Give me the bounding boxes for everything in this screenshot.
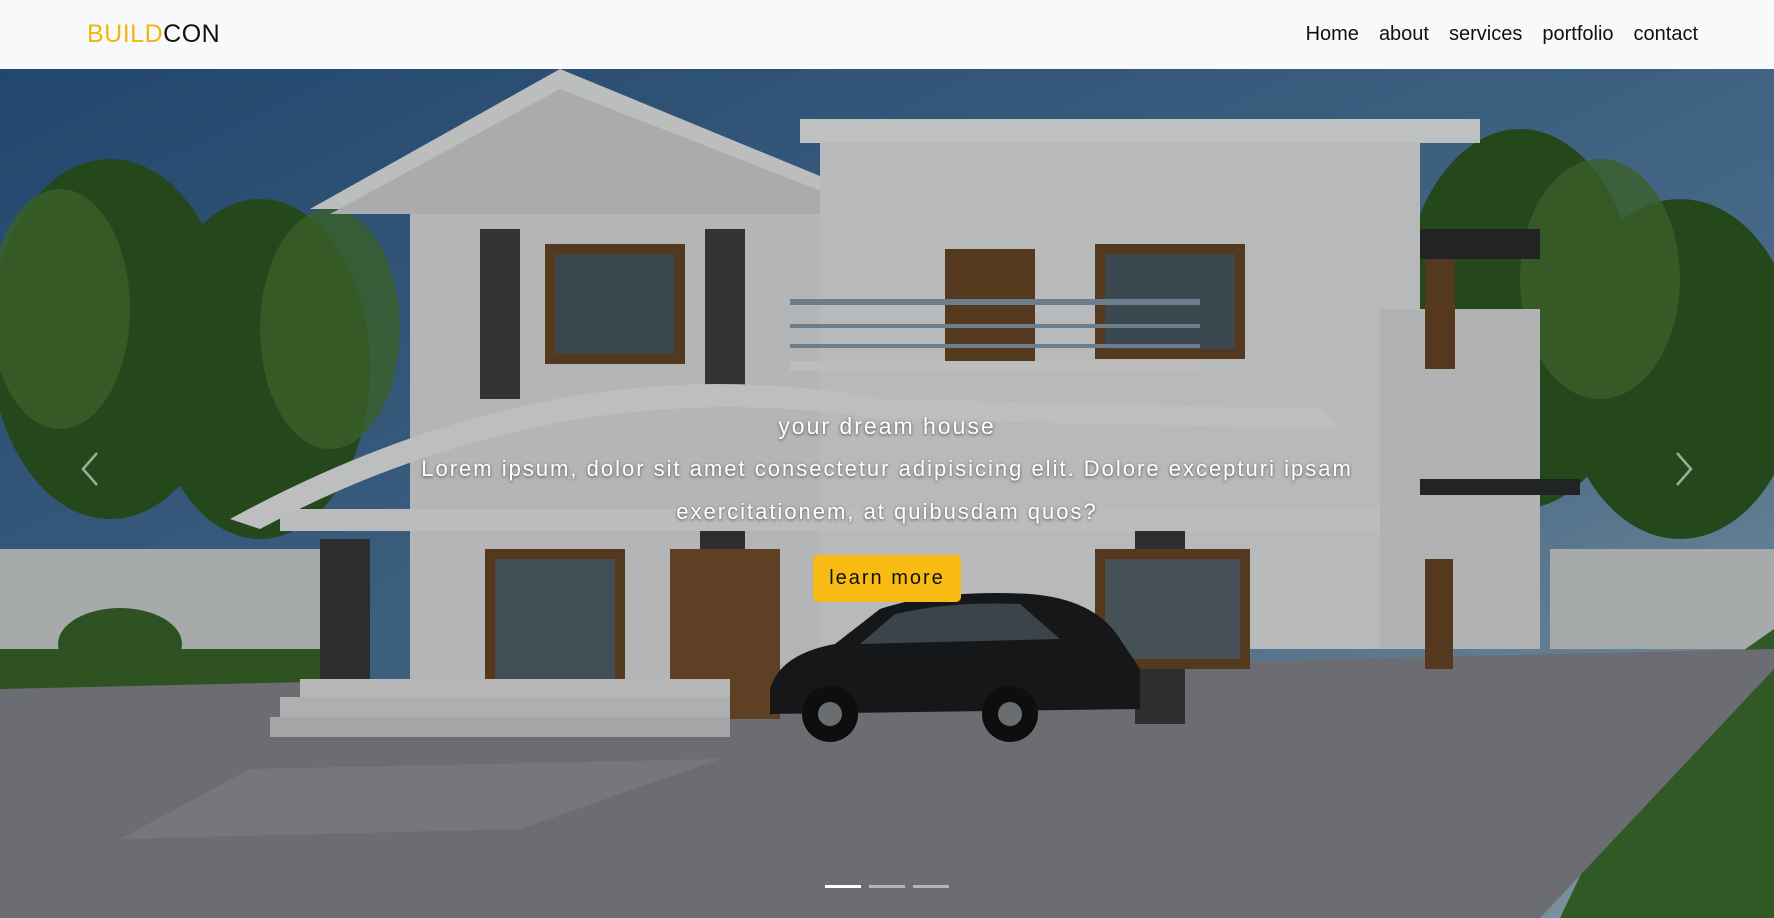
brand-rest: CON <box>163 20 221 48</box>
brand-accent: BUILD <box>87 20 164 48</box>
hero-carousel: your dream house Lorem ipsum, dolor sit … <box>0 69 1774 918</box>
brand-logo[interactable]: BUILDCON <box>87 20 220 49</box>
nav-portfolio[interactable]: portfolio <box>1542 23 1613 46</box>
carousel-indicator-2[interactable] <box>869 885 905 888</box>
nav-home[interactable]: Home <box>1306 23 1359 46</box>
hero-caption: your dream house Lorem ipsum, dolor sit … <box>0 409 1774 602</box>
nav-about[interactable]: about <box>1379 23 1429 46</box>
carousel-indicator-1[interactable] <box>825 885 861 888</box>
carousel-indicators <box>0 885 1774 888</box>
hero-headline: your dream house <box>778 413 996 439</box>
hero-lead: Lorem ipsum, dolor sit amet consectetur … <box>421 456 1353 524</box>
nav-services[interactable]: services <box>1449 23 1522 46</box>
main-nav: Home about services portfolio contact <box>1306 23 1698 46</box>
carousel-indicator-3[interactable] <box>913 885 949 888</box>
navbar: BUILDCON Home about services portfolio c… <box>0 0 1774 69</box>
nav-contact[interactable]: contact <box>1634 23 1698 46</box>
learn-more-button[interactable]: learn more <box>813 555 961 602</box>
